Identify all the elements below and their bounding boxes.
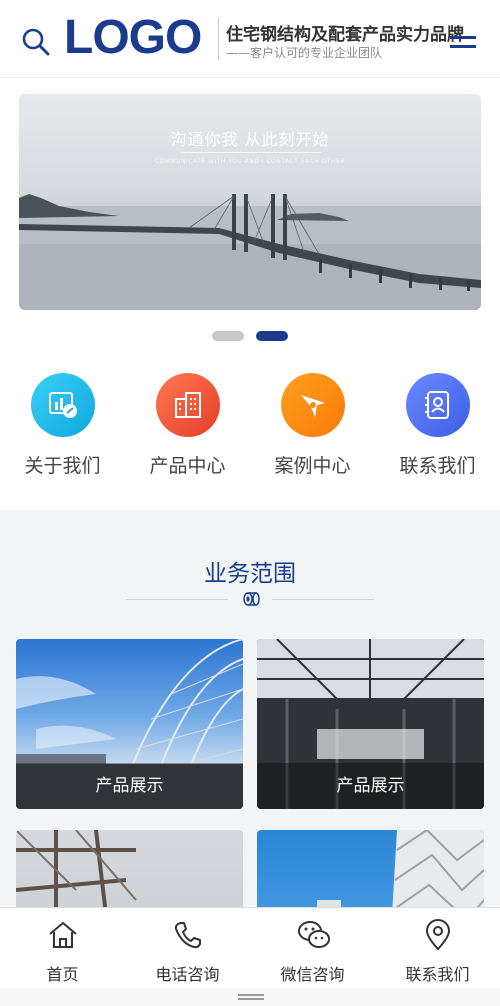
banner-slide[interactable]: 沟通你我 从此刻开始 COMMUNICATE WITH YOU AND I CO… xyxy=(19,94,481,310)
bottom-nav-contact[interactable]: 联系我们 xyxy=(375,908,500,989)
quick-nav-contact[interactable]: 联系我们 xyxy=(375,373,500,478)
bottom-nav-label: 电话咨询 xyxy=(155,965,220,984)
logo-divider xyxy=(218,18,219,60)
bottom-nav-label: 首页 xyxy=(46,965,79,984)
steel-coil-icon xyxy=(243,592,260,606)
carousel-dot-1[interactable] xyxy=(212,331,244,341)
bottom-nav-phone[interactable]: 电话咨询 xyxy=(125,908,250,989)
quick-nav-products[interactable]: 产品中心 xyxy=(125,373,250,478)
phone-icon xyxy=(174,922,201,949)
service-card-2[interactable]: 产品展示 xyxy=(257,639,484,809)
quick-nav: 关于我们 产品中心 案例中心 联系我们 xyxy=(0,373,500,483)
banner-divider xyxy=(181,152,321,153)
bottom-nav: 首页 电话咨询 微信咨询 联系我们 xyxy=(0,907,500,988)
brand-subline: ——客户认可的专业企业团队 xyxy=(226,46,383,60)
location-icon xyxy=(425,919,451,951)
quick-nav-about[interactable]: 关于我们 xyxy=(0,373,125,478)
quick-nav-label: 产品中心 xyxy=(149,455,226,477)
wechat-icon xyxy=(298,921,330,948)
quick-nav-cases[interactable]: 案例中心 xyxy=(250,373,375,478)
card-label: 产品展示 xyxy=(16,763,243,809)
banner-subtitle: COMMUNICATE WITH YOU AND I CONTACT EACH … xyxy=(154,158,346,165)
contact-book-icon xyxy=(405,373,470,437)
search-icon[interactable] xyxy=(22,28,50,56)
carousel-dot-2-active[interactable] xyxy=(256,331,288,341)
header: LOGO 住宅钢结构及配套产品实力品牌 ——客户认可的专业企业团队 xyxy=(0,0,500,78)
bottom-nav-wechat[interactable]: 微信咨询 xyxy=(250,908,375,989)
services-section: 业务范围 产品展示 产品展示 xyxy=(0,510,500,1000)
section-title: 业务范围 xyxy=(204,561,296,587)
menu-icon[interactable] xyxy=(450,36,476,56)
bottom-nav-home[interactable]: 首页 xyxy=(0,908,125,989)
home-indicator xyxy=(0,988,500,1006)
bottom-nav-label: 联系我们 xyxy=(405,965,470,984)
home-icon xyxy=(49,922,77,948)
building-icon xyxy=(155,373,220,437)
card-label: 产品展示 xyxy=(257,763,484,809)
share-icon xyxy=(280,373,345,437)
banner-title: 沟通你我 从此刻开始 xyxy=(170,130,330,149)
section-divider-left xyxy=(126,599,228,600)
brand-tagline: 住宅钢结构及配套产品实力品牌 xyxy=(226,25,464,45)
quick-nav-label: 关于我们 xyxy=(24,455,101,477)
logo[interactable]: LOGO xyxy=(64,14,202,62)
quick-nav-label: 联系我们 xyxy=(399,455,476,477)
bottom-nav-label: 微信咨询 xyxy=(280,965,345,984)
section-divider-right xyxy=(272,599,374,600)
chart-icon xyxy=(30,373,95,437)
service-card-1[interactable]: 产品展示 xyxy=(16,639,243,809)
quick-nav-label: 案例中心 xyxy=(274,455,351,477)
